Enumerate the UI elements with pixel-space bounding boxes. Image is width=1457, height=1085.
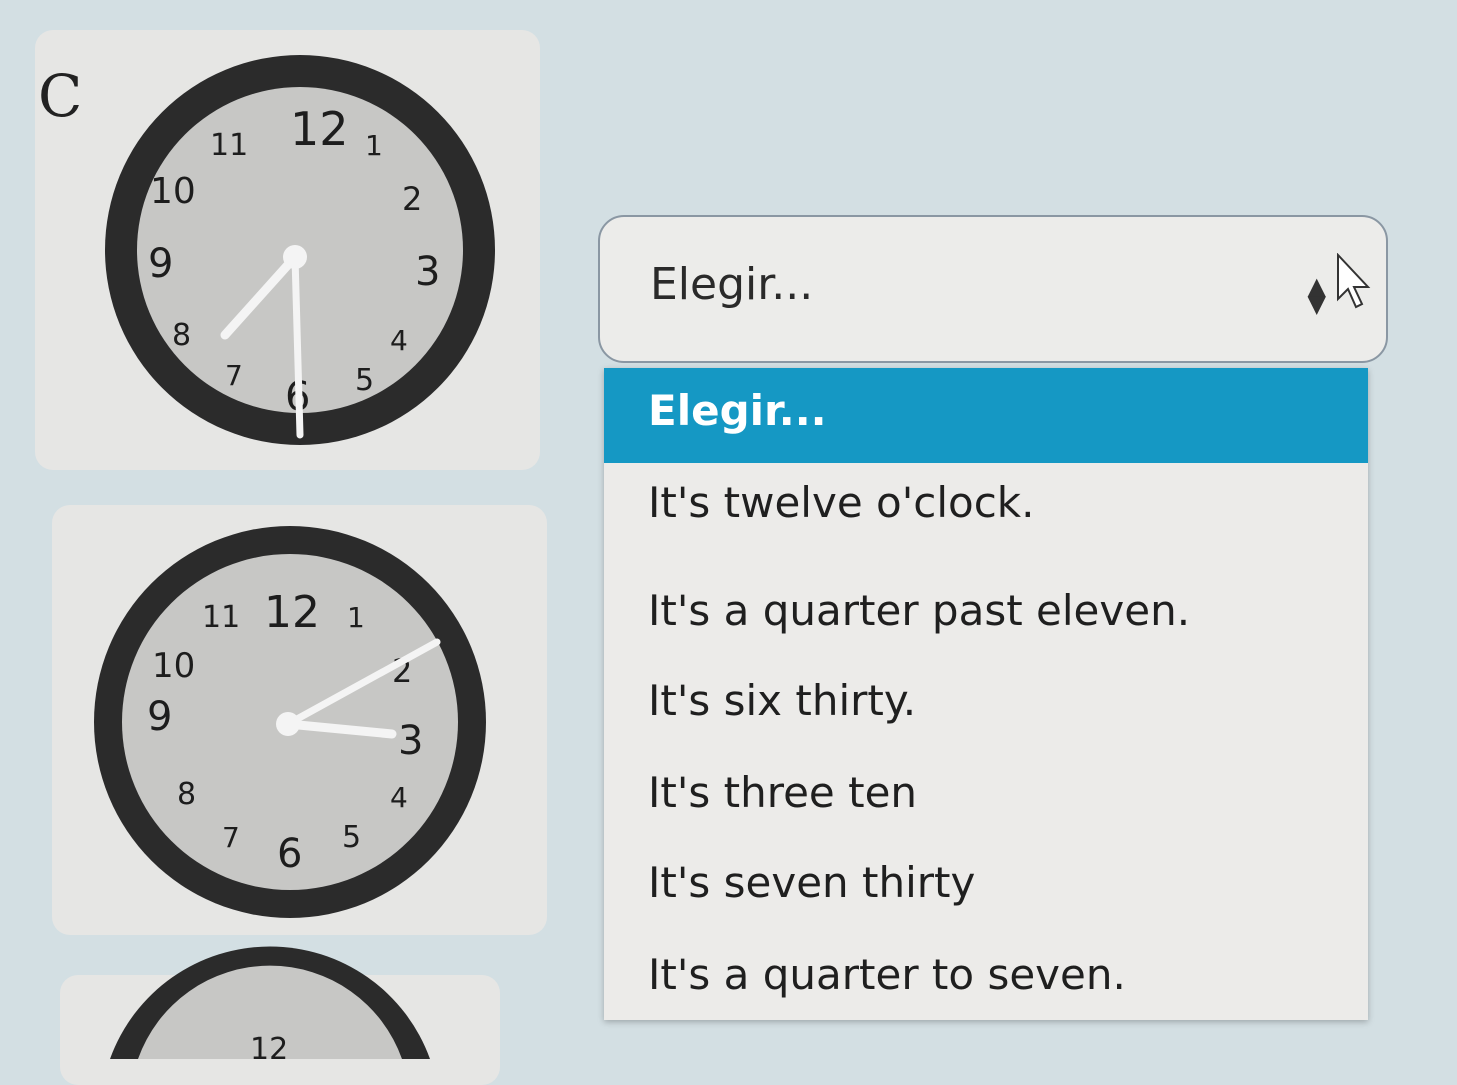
clock-number: 7 (222, 821, 240, 854)
clock-number: 5 (355, 363, 374, 398)
option-quarter-to-seven[interactable]: It's a quarter to seven. (604, 950, 1368, 999)
clock-number: 11 (210, 128, 248, 163)
dropdown-list: Elegir... It's twelve o'clock. It's a qu… (604, 368, 1368, 1020)
clock-number: 3 (398, 718, 423, 764)
option-seven-thirty[interactable]: It's seven thirty (604, 858, 1368, 907)
clock-number: 11 (202, 600, 240, 635)
clock-number: 4 (390, 324, 408, 357)
item-letter: C (38, 62, 83, 130)
clock-number: 1 (365, 129, 383, 162)
clock-center (276, 712, 300, 736)
answer-select[interactable]: Elegir... ▲ ▼ (598, 215, 1388, 363)
option-twelve-oclock[interactable]: It's twelve o'clock. (604, 478, 1368, 527)
mouse-pointer-icon (1337, 253, 1371, 309)
option-three-ten[interactable]: It's three ten (604, 768, 1368, 817)
clock-number: 6 (277, 831, 302, 877)
clock-number: 7 (225, 359, 243, 392)
clock-number: 5 (342, 820, 361, 855)
clock-number: 4 (390, 781, 408, 814)
clock-1: 12 1 2 3 4 5 6 7 8 9 10 11 (105, 55, 495, 445)
select-value: Elegir... (650, 259, 814, 310)
minute-hand (291, 253, 304, 439)
clock-number: 8 (172, 318, 191, 353)
clock-number: 12 (290, 102, 349, 156)
clock-number: 12 (250, 1032, 288, 1067)
clock-number: 12 (264, 587, 320, 638)
option-six-thirty[interactable]: It's six thirty. (604, 676, 1368, 725)
clock-2: 12 1 2 3 4 5 6 7 8 9 10 11 (94, 526, 486, 918)
option-quarter-past-eleven[interactable]: It's a quarter past eleven. (604, 586, 1368, 635)
clock-number: 8 (177, 777, 196, 812)
clock-number: 9 (148, 241, 173, 287)
clock-number: 1 (347, 601, 365, 634)
clock-3: 12 (110, 946, 430, 1067)
option-elegir[interactable]: Elegir... (604, 368, 1368, 463)
sort-arrows-icon: ▲ ▼ (1307, 272, 1326, 318)
clock-center (283, 245, 307, 269)
clock-number: 10 (152, 646, 195, 686)
clock-number: 9 (147, 694, 172, 740)
clock-number: 10 (150, 171, 196, 212)
clock-number: 3 (415, 249, 440, 295)
clock-number: 2 (402, 180, 422, 218)
